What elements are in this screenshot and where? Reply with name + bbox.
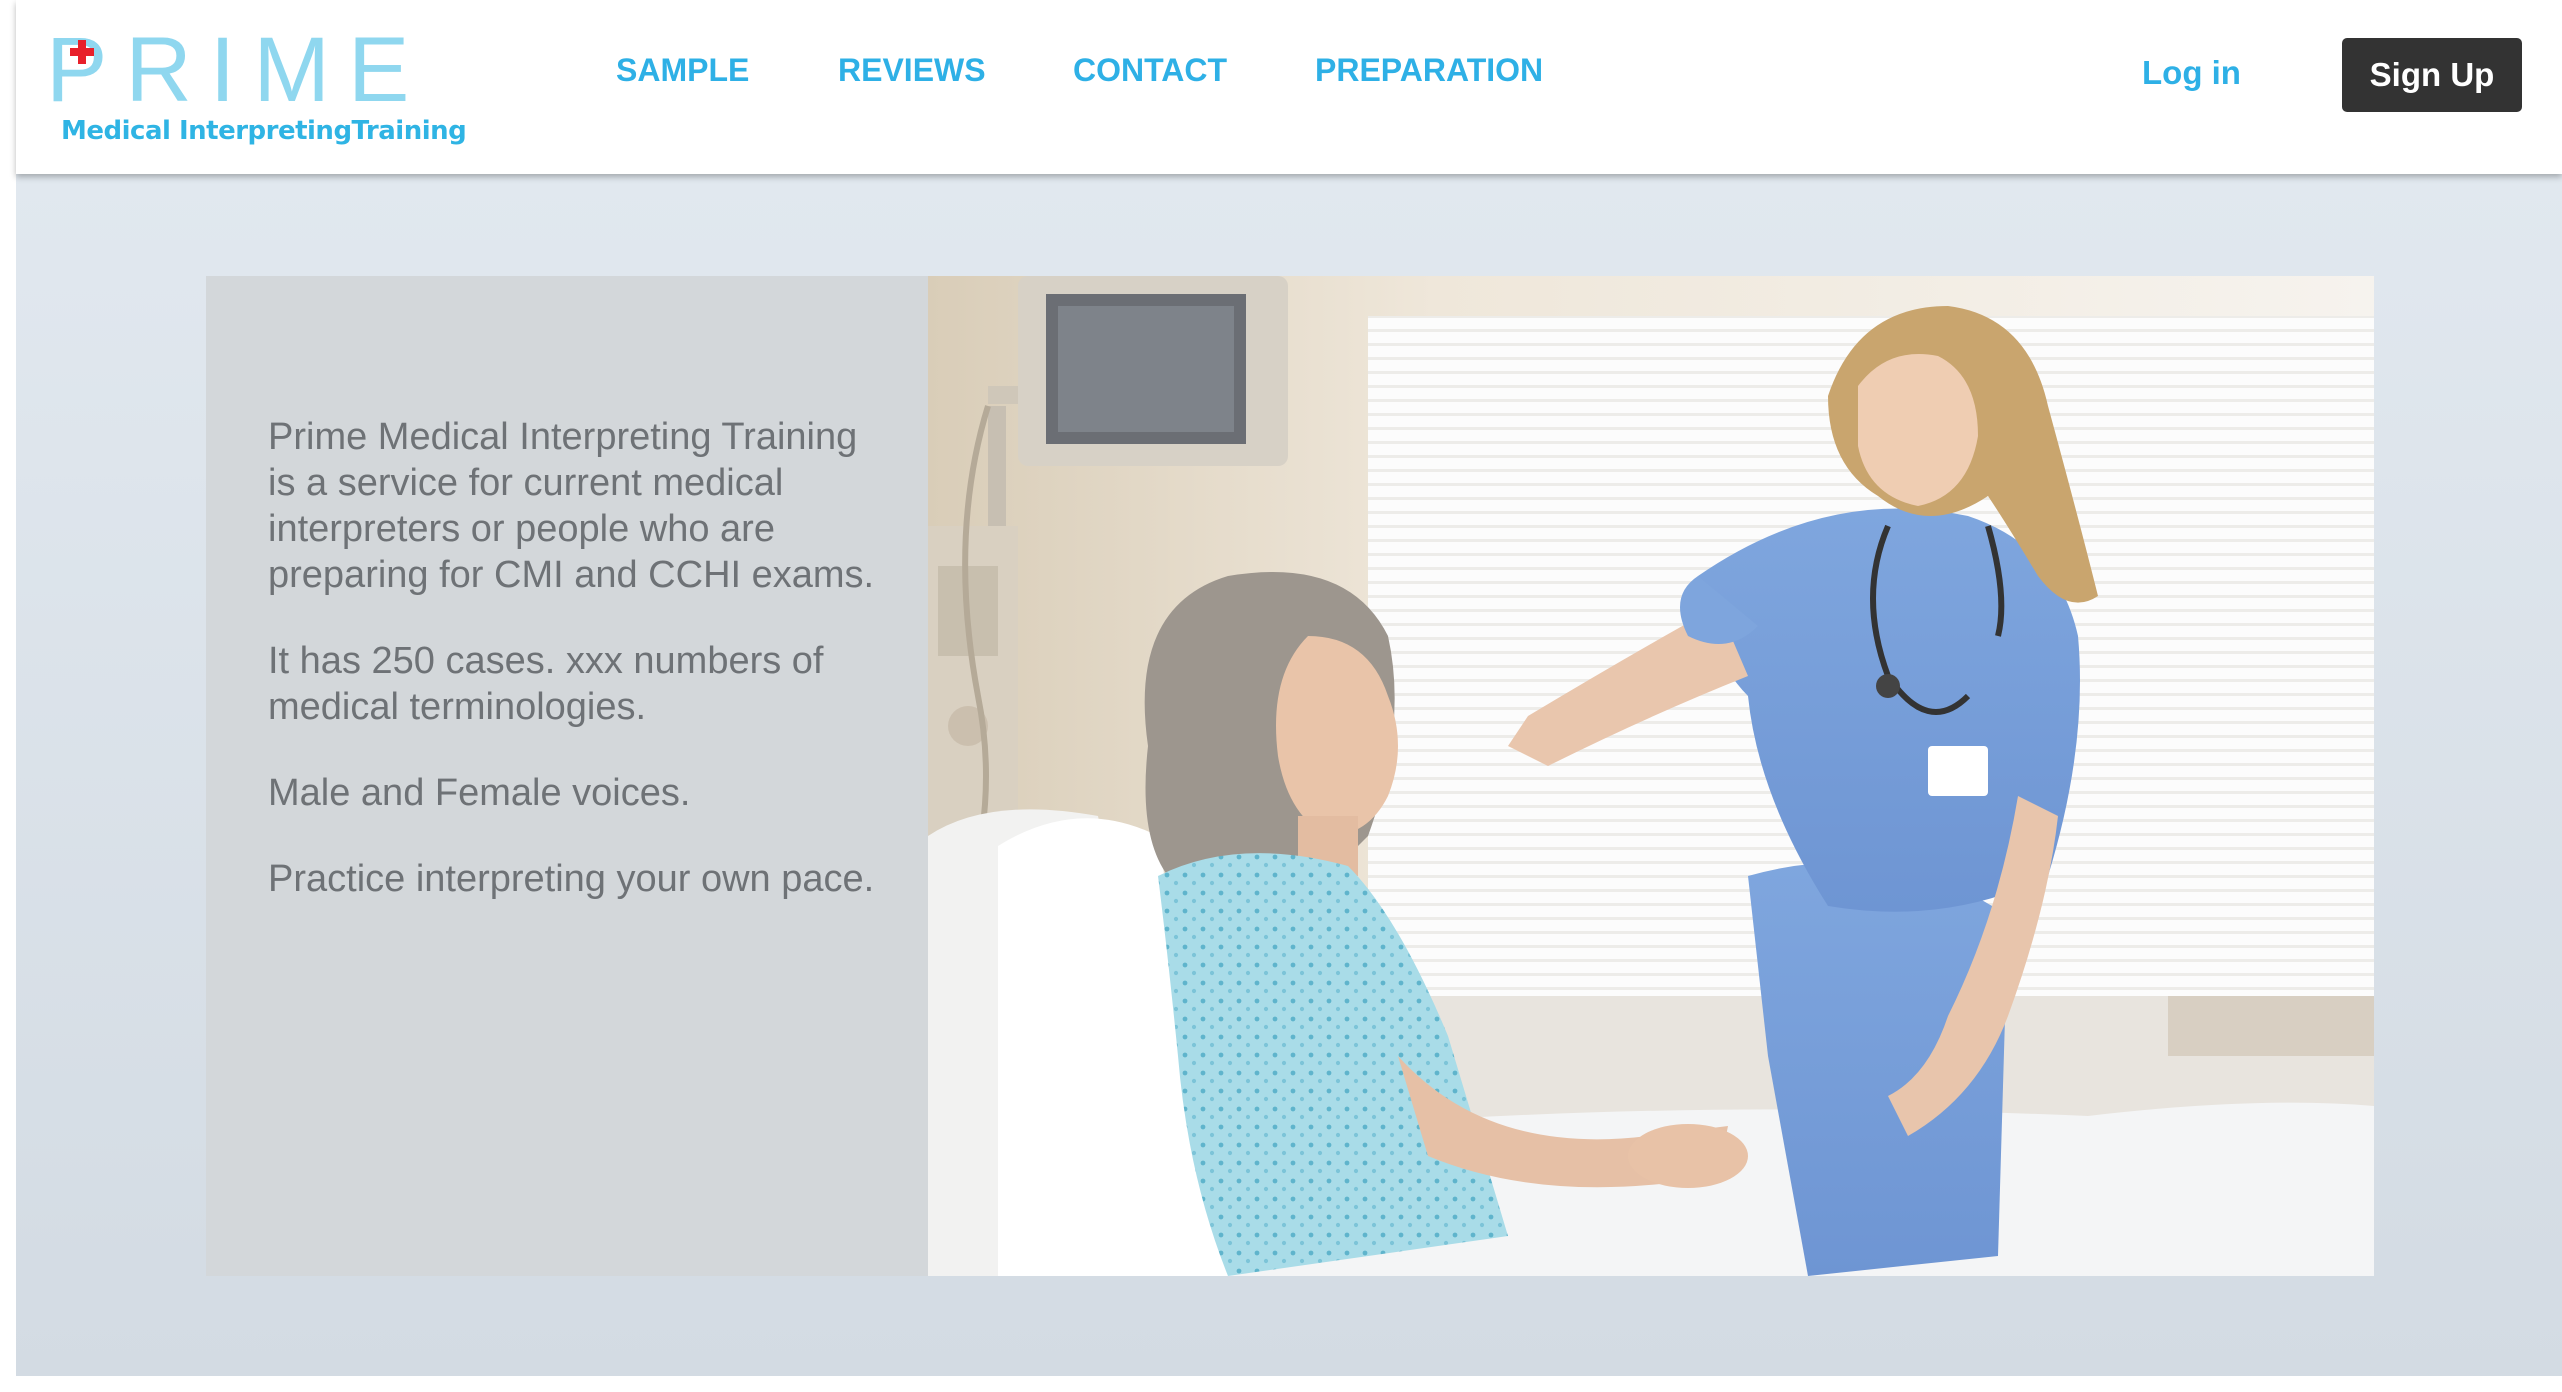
logo-wordmark: PRIME — [46, 19, 428, 121]
signup-button[interactable]: Sign Up — [2342, 38, 2522, 112]
nav-sample[interactable]: SAMPLE — [616, 52, 749, 89]
login-link[interactable]: Log in — [2142, 54, 2241, 92]
intro-paragraph-voices: Male and Female voices. — [268, 772, 691, 814]
intro-paragraph-cases: It has 250 cases. xxx numbers of medical… — [268, 640, 824, 728]
logo-subtitle: Medical InterpretingTraining — [61, 116, 467, 146]
page: PRIME Medical InterpretingTraining SAMPL… — [0, 0, 2562, 1392]
intro-paragraph-pace: Practice interpreting your own pace. — [268, 858, 875, 900]
holding-hands — [1628, 1124, 1748, 1188]
hero-image — [928, 276, 2374, 1276]
intro-text: Prime Medical Interpreting Training is a… — [268, 414, 888, 942]
main-content: Prime Medical Interpreting Training is a… — [16, 174, 2562, 1376]
intro-paragraph-service: Prime Medical Interpreting Training is a… — [268, 416, 875, 596]
id-badge — [1928, 746, 1988, 796]
medical-cross-icon — [70, 40, 94, 64]
nav-contact[interactable]: CONTACT — [1073, 52, 1227, 89]
logo[interactable]: PRIME Medical InterpretingTraining — [46, 19, 467, 154]
intro-panel: Prime Medical Interpreting Training is a… — [206, 276, 928, 1276]
nav-reviews[interactable]: REVIEWS — [838, 52, 986, 89]
hero-illustration — [928, 276, 2374, 1276]
nav-preparation[interactable]: PREPARATION — [1315, 52, 1543, 89]
site-header: PRIME Medical InterpretingTraining SAMPL… — [16, 0, 2562, 174]
